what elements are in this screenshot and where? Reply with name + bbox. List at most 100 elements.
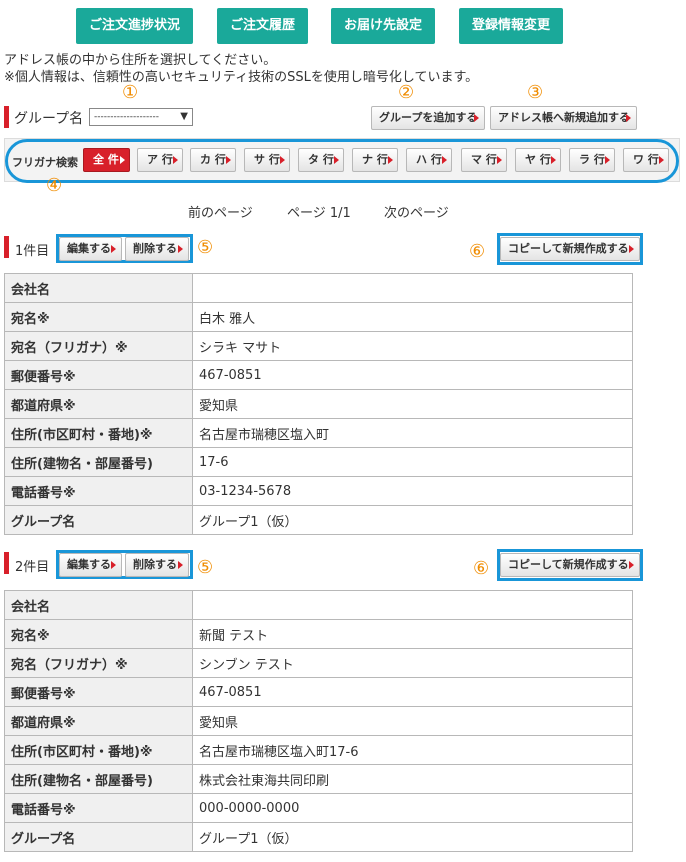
order-progress-button[interactable]: ご注文進捗状況 bbox=[76, 8, 193, 44]
marker-6: ⑥ bbox=[469, 241, 486, 262]
add-address-label: アドレス帳へ新規追加する bbox=[498, 111, 630, 124]
field-key: 都道府県※ bbox=[4, 706, 193, 736]
record-2-edit-button[interactable]: 編集する bbox=[59, 553, 122, 577]
next-page-link[interactable]: 次のページ bbox=[384, 202, 449, 221]
table-row: 郵便番号※ 467-0851 bbox=[4, 677, 633, 707]
table-row: 電話番号※ 03-1234-5678 bbox=[4, 476, 633, 506]
marker-1: ① bbox=[122, 82, 139, 103]
arrow-right-icon bbox=[442, 156, 447, 164]
record-2-delete-button[interactable]: 削除する bbox=[125, 553, 189, 577]
field-value: グループ1（仮） bbox=[192, 822, 633, 852]
arrow-right-icon bbox=[629, 245, 634, 253]
field-value: シンブン テスト bbox=[192, 648, 633, 678]
field-key: 住所(建物名・部屋番号) bbox=[4, 764, 193, 794]
copy-label: コピーして新規作成する bbox=[508, 558, 629, 571]
record-1-copy-button[interactable]: コピーして新規作成する bbox=[500, 237, 640, 261]
field-value bbox=[192, 273, 633, 303]
field-value: グループ1（仮） bbox=[192, 505, 633, 535]
delete-label: 削除する bbox=[133, 242, 177, 255]
field-value bbox=[192, 590, 633, 620]
arrow-right-icon bbox=[178, 245, 183, 253]
group-section-marker bbox=[4, 106, 9, 128]
record-1-delete-button[interactable]: 削除する bbox=[125, 237, 189, 261]
field-key: 宛名※ bbox=[4, 302, 193, 332]
marker-4: ④ bbox=[46, 175, 63, 196]
field-key: 宛名（フリガナ）※ bbox=[4, 331, 193, 361]
record-1-table: 会社名 宛名※ 白木 雅人 宛名（フリガナ）※ シラキ マサト 郵便番号※ 467-0… bbox=[4, 273, 633, 535]
kana-ra-button[interactable]: ラ 行 bbox=[569, 148, 615, 172]
top-navigation: ご注文進捗状況 ご注文履歴 お届け先設定 登録情報変更 bbox=[0, 8, 686, 44]
table-row: 住所(建物名・部屋番号) 17-6 bbox=[4, 447, 633, 477]
kana-ha-button[interactable]: ハ 行 bbox=[406, 148, 452, 172]
field-value: 03-1234-5678 bbox=[192, 476, 633, 506]
edit-registration-button[interactable]: 登録情報変更 bbox=[459, 8, 563, 44]
record-1-edit-button[interactable]: 編集する bbox=[59, 237, 122, 261]
arrow-right-icon bbox=[474, 114, 479, 122]
kana-ha-label: ハ 行 bbox=[416, 153, 442, 166]
marker-2: ② bbox=[398, 82, 415, 103]
record-1-marker bbox=[4, 236, 9, 258]
arrow-right-icon bbox=[388, 156, 393, 164]
table-row: 住所(建物名・部屋番号) 株式会社東海共同印刷 bbox=[4, 764, 633, 794]
table-row: 宛名（フリガナ）※ シンブン テスト bbox=[4, 648, 633, 678]
field-key: 都道府県※ bbox=[4, 389, 193, 419]
arrow-right-icon bbox=[280, 156, 285, 164]
copy-label: コピーして新規作成する bbox=[508, 242, 629, 255]
kana-a-button[interactable]: ア 行 bbox=[137, 148, 183, 172]
field-value: シラキ マサト bbox=[192, 331, 633, 361]
group-select[interactable]: -------------------- ▼ bbox=[89, 108, 193, 126]
order-history-button[interactable]: ご注文履歴 bbox=[217, 8, 308, 44]
table-row: 都道府県※ 愛知県 bbox=[4, 389, 633, 419]
table-row: グループ名 グループ1（仮） bbox=[4, 822, 633, 852]
table-row: グループ名 グループ1（仮） bbox=[4, 505, 633, 535]
field-value: 株式会社東海共同印刷 bbox=[192, 764, 633, 794]
intro-text: アドレス帳の中から住所を選択してください。 ※個人情報は、信頼性の高いセキュリテ… bbox=[4, 52, 478, 86]
record-2-copy-button[interactable]: コピーして新規作成する bbox=[500, 553, 640, 577]
marker-5: ⑤ bbox=[197, 557, 214, 578]
field-key: 住所(建物名・部屋番号) bbox=[4, 447, 193, 477]
arrow-right-icon bbox=[111, 561, 116, 569]
kana-ta-label: タ 行 bbox=[308, 153, 334, 166]
arrow-right-icon bbox=[226, 156, 231, 164]
kana-ra-label: ラ 行 bbox=[579, 153, 605, 166]
field-key: 会社名 bbox=[4, 590, 193, 620]
kana-ya-button[interactable]: ヤ 行 bbox=[515, 148, 561, 172]
field-key: 郵便番号※ bbox=[4, 360, 193, 390]
kana-ma-label: マ 行 bbox=[471, 153, 497, 166]
add-address-button[interactable]: アドレス帳へ新規追加する bbox=[490, 106, 637, 130]
kana-ta-button[interactable]: タ 行 bbox=[298, 148, 344, 172]
kana-all-button[interactable]: 全 件 bbox=[83, 148, 130, 172]
group-label: グループ名 bbox=[14, 111, 84, 127]
kana-ka-label: カ 行 bbox=[200, 153, 226, 166]
field-value: 愛知県 bbox=[192, 389, 633, 419]
kana-ma-button[interactable]: マ 行 bbox=[461, 148, 507, 172]
prev-page-link[interactable]: 前のページ bbox=[188, 202, 253, 221]
table-row: 住所(市区町村・番地)※ 名古屋市瑞穂区塩入町 bbox=[4, 418, 633, 448]
kana-wa-button[interactable]: ワ 行 bbox=[623, 148, 669, 172]
arrow-right-icon bbox=[111, 245, 116, 253]
marker-6: ⑥ bbox=[473, 558, 490, 579]
intro-line-1: アドレス帳の中から住所を選択してください。 bbox=[4, 53, 277, 68]
table-row: 電話番号※ 000-0000-0000 bbox=[4, 793, 633, 823]
kana-na-label: ナ 行 bbox=[362, 153, 388, 166]
table-row: 宛名※ 新聞 テスト bbox=[4, 619, 633, 649]
add-group-label: グループを追加する bbox=[379, 111, 478, 124]
arrow-right-icon bbox=[497, 156, 502, 164]
kana-ka-button[interactable]: カ 行 bbox=[190, 148, 236, 172]
arrow-right-icon bbox=[659, 156, 664, 164]
table-row: 住所(市区町村・番地)※ 名古屋市瑞穂区塩入町17-6 bbox=[4, 735, 633, 765]
group-select-value: -------------------- bbox=[94, 112, 159, 122]
kana-wa-label: ワ 行 bbox=[633, 153, 659, 166]
arrow-right-icon bbox=[551, 156, 556, 164]
field-key: 住所(市区町村・番地)※ bbox=[4, 418, 193, 448]
field-value: 名古屋市瑞穂区塩入町 bbox=[192, 418, 633, 448]
add-group-button[interactable]: グループを追加する bbox=[371, 106, 485, 130]
arrow-right-icon bbox=[334, 156, 339, 164]
field-key: 電話番号※ bbox=[4, 793, 193, 823]
kana-na-button[interactable]: ナ 行 bbox=[352, 148, 398, 172]
kana-sa-button[interactable]: サ 行 bbox=[244, 148, 290, 172]
delivery-settings-button[interactable]: お届け先設定 bbox=[331, 8, 435, 44]
field-key: グループ名 bbox=[4, 505, 193, 535]
field-value: 新聞 テスト bbox=[192, 619, 633, 649]
chevron-down-icon: ▼ bbox=[180, 111, 188, 122]
